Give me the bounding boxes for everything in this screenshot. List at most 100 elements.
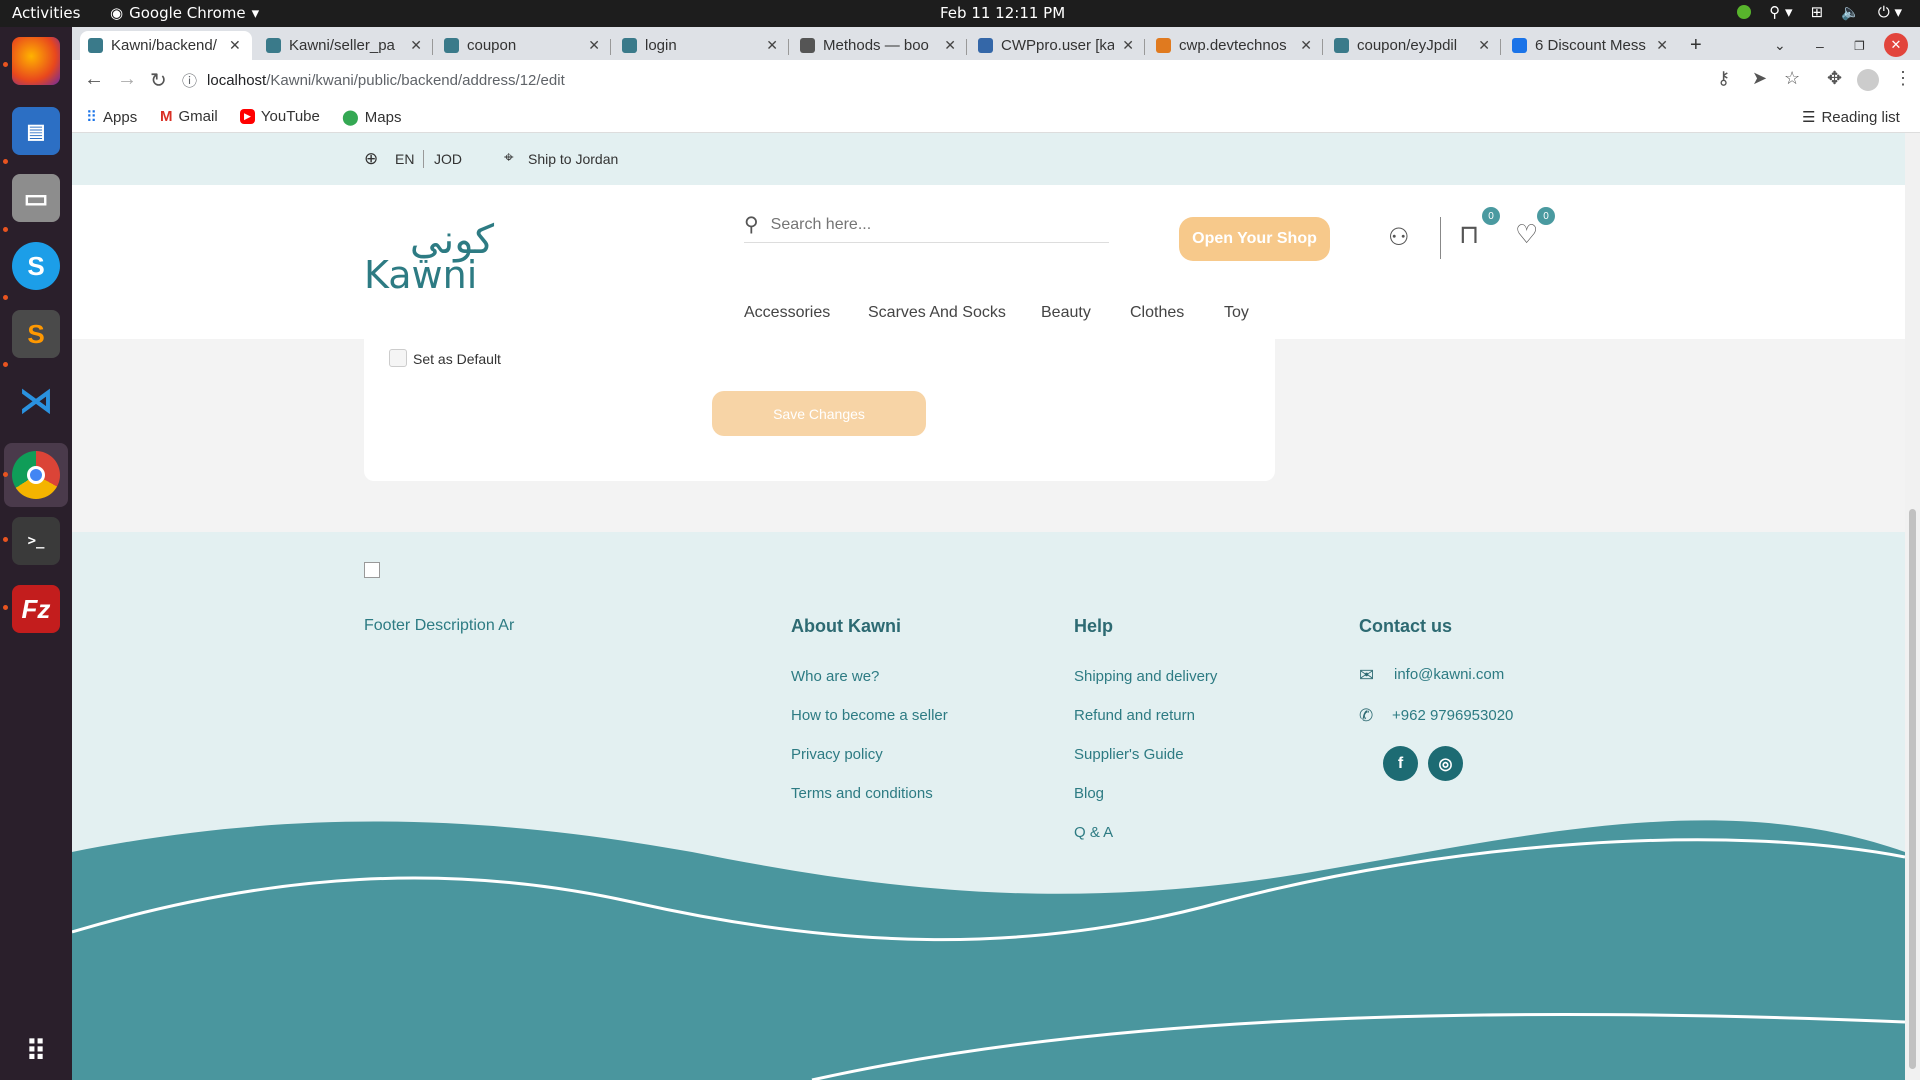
power-icon[interactable]: ⏻ ▾: [1878, 3, 1902, 21]
favicon-icon: [978, 38, 993, 53]
help-heading: Help: [1074, 616, 1114, 636]
tab[interactable]: Kawni/backend/ ✕: [80, 31, 252, 60]
open-shop-button[interactable]: Open Your Shop: [1179, 217, 1330, 261]
back-icon[interactable]: ←: [84, 68, 104, 91]
tab[interactable]: cwp.devtechnos ✕: [1148, 31, 1320, 60]
running-indicator: [3, 362, 8, 367]
tab[interactable]: login ✕: [614, 31, 786, 60]
tab[interactable]: CWPpro.user [ka ✕: [970, 31, 1142, 60]
menu-toy[interactable]: Toy: [1224, 304, 1249, 322]
firefox-icon[interactable]: [12, 37, 60, 85]
profile-icon[interactable]: [1857, 69, 1879, 91]
set-default-label[interactable]: Set as Default: [413, 351, 501, 367]
close-tab-icon[interactable]: ✕: [766, 37, 778, 54]
volume-icon[interactable]: 🔈: [1841, 3, 1860, 21]
star-icon[interactable]: ☆: [1784, 68, 1800, 89]
filezilla-icon[interactable]: Fz: [12, 585, 60, 633]
heart-icon[interactable]: ♡: [1515, 219, 1538, 250]
footer-link-become-seller[interactable]: How to become a seller: [791, 707, 948, 724]
clock[interactable]: Feb 11 12:11 PM: [940, 4, 1065, 22]
tab-separator: [1322, 39, 1323, 55]
info-icon[interactable]: ⓘ: [182, 70, 197, 91]
menu-clothes[interactable]: Clothes: [1130, 304, 1184, 322]
show-apps-icon[interactable]: ⠿: [12, 1027, 60, 1075]
search-input[interactable]: [770, 215, 1071, 234]
restore-icon[interactable]: ❐: [1846, 31, 1873, 60]
reload-icon[interactable]: ↻: [150, 68, 167, 93]
instagram-icon[interactable]: ◎: [1428, 746, 1463, 781]
tab-search-icon[interactable]: ⌄: [1766, 31, 1794, 60]
globe-icon[interactable]: ⊕: [364, 149, 378, 169]
facebook-icon[interactable]: f: [1383, 746, 1418, 781]
close-tab-icon[interactable]: ✕: [944, 37, 956, 54]
chrome-dock-icon[interactable]: [12, 451, 60, 499]
accessibility-icon[interactable]: ⚲ ▾: [1769, 3, 1792, 21]
tab[interactable]: coupon ✕: [436, 31, 608, 60]
footer-link-privacy[interactable]: Privacy policy: [791, 746, 883, 763]
menu-beauty[interactable]: Beauty: [1041, 304, 1091, 322]
tab[interactable]: 6 Discount Mess ✕: [1504, 31, 1676, 60]
update-icon[interactable]: [1737, 5, 1752, 19]
language-selector[interactable]: EN: [395, 151, 414, 167]
footer-link-who-are-we[interactable]: Who are we?: [791, 668, 879, 685]
kawni-logo[interactable]: كوني Kawni: [364, 217, 494, 295]
scrollbar-thumb[interactable]: [1909, 509, 1916, 1069]
send-icon[interactable]: ➤: [1752, 68, 1767, 89]
save-changes-button[interactable]: Save Changes: [712, 391, 926, 436]
sublime-icon[interactable]: S: [12, 310, 60, 358]
currency-selector[interactable]: JOD: [434, 151, 462, 167]
close-tab-icon[interactable]: ✕: [1122, 37, 1134, 54]
favicon-icon: [1156, 38, 1171, 53]
menu-icon[interactable]: ⋮: [1894, 68, 1912, 89]
footer-link-shipping[interactable]: Shipping and delivery: [1074, 668, 1217, 685]
app-menu[interactable]: ◉ Google Chrome ▾: [110, 4, 259, 22]
close-tab-icon[interactable]: ✕: [229, 37, 241, 54]
new-tab-button[interactable]: +: [1682, 31, 1710, 60]
footer-link-refund[interactable]: Refund and return: [1074, 707, 1195, 724]
close-window-icon[interactable]: ✕: [1884, 33, 1908, 57]
key-icon[interactable]: ⚷: [1717, 68, 1730, 89]
contact-phone[interactable]: +962 9796953020: [1392, 707, 1513, 724]
close-tab-icon[interactable]: ✕: [588, 37, 600, 54]
reading-list[interactable]: ☰ Reading list: [1802, 108, 1900, 127]
tab[interactable]: Kawni/seller_pa ✕: [258, 31, 430, 60]
close-tab-icon[interactable]: ✕: [1300, 37, 1312, 54]
browser-window: Kawni/backend/ ✕ Kawni/seller_pa ✕ coupon ✕…: [72, 27, 1920, 133]
tab[interactable]: Methods — boo ✕: [792, 31, 964, 60]
browser-toolbar: ← → ↻ ⓘ localhost/Kawni/kwani/public/bac…: [72, 60, 1920, 100]
ship-to[interactable]: Ship to Jordan: [528, 151, 618, 167]
terminal-icon[interactable]: >_: [12, 517, 60, 565]
tab[interactable]: coupon/eyJpdil ✕: [1326, 31, 1498, 60]
search-box[interactable]: ⚲: [744, 207, 1109, 243]
close-tab-icon[interactable]: ✕: [1478, 37, 1490, 54]
system-tray[interactable]: ⚲ ▾ ⊞ 🔈 ⏻ ▾: [1737, 3, 1902, 21]
user-icon[interactable]: ⚇: [1388, 223, 1410, 252]
writer-icon[interactable]: ▤: [12, 107, 60, 155]
bookmark-youtube[interactable]: ▶ YouTube: [240, 108, 320, 125]
bookmark-apps[interactable]: ⠿ Apps: [86, 108, 137, 127]
tab-separator: [432, 39, 433, 55]
footer-link-supplier-guide[interactable]: Supplier's Guide: [1074, 746, 1184, 763]
vscode-icon[interactable]: ⋊: [12, 377, 60, 425]
forward-icon[interactable]: →: [117, 68, 137, 91]
page-scrollbar[interactable]: [1905, 133, 1920, 1080]
files-icon[interactable]: ▭: [12, 174, 60, 222]
address-bar[interactable]: ⓘ localhost/Kawni/kwani/public/backend/a…: [182, 64, 1742, 96]
minimize-icon[interactable]: –: [1808, 31, 1832, 60]
bookmark-maps[interactable]: ⬤ Maps: [342, 108, 401, 127]
close-tab-icon[interactable]: ✕: [1656, 37, 1668, 54]
cart-icon[interactable]: ⊓: [1459, 219, 1479, 250]
menu-accessories[interactable]: Accessories: [744, 304, 830, 322]
close-tab-icon[interactable]: ✕: [410, 37, 422, 54]
set-default-checkbox[interactable]: [389, 349, 407, 367]
skype-icon[interactable]: S: [12, 242, 60, 290]
extensions-icon[interactable]: ✥: [1827, 68, 1842, 89]
bookmark-gmail[interactable]: M Gmail: [160, 108, 218, 125]
activities-button[interactable]: Activities: [12, 4, 80, 22]
network-icon[interactable]: ⊞: [1811, 3, 1824, 21]
logo-arabic: كوني: [409, 217, 494, 263]
contact-email[interactable]: info@kawni.com: [1394, 666, 1504, 683]
search-icon[interactable]: ⚲: [744, 212, 759, 237]
favicon-icon: [266, 38, 281, 53]
menu-scarves-and-socks[interactable]: Scarves And Socks: [868, 304, 1006, 322]
